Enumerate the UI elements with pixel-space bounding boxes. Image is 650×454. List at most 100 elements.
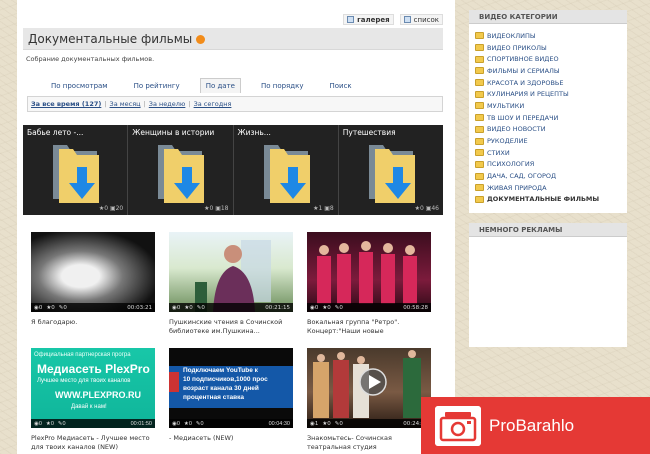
tab-by-date[interactable]: По дате — [199, 78, 241, 93]
filter-all-time[interactable]: За все время (127) — [31, 100, 101, 108]
folder-icon — [475, 149, 484, 157]
ads-box: НЕМНОГО РЕКЛАМЫ — [469, 223, 627, 348]
gallery-view-button[interactable]: галерея — [343, 14, 394, 25]
thumb-overlay-text: Лучшее место для твоих каналов — [37, 378, 131, 384]
sort-tabs: По просмотрам По рейтингу По дате По пор… — [45, 78, 372, 93]
video-card[interactable]: ◉0 ★0 ✎0 00:58:28 Вокальная группа "Ретр… — [307, 232, 431, 336]
subcategory-card[interactable]: Жизнь... ★1 ▣8 — [233, 125, 339, 215]
video-title[interactable]: Знакомьтесь- Сочинская театральная студи… — [307, 434, 431, 452]
tab-by-views[interactable]: По просмотрам — [45, 78, 114, 93]
thumb-overlay-text: 10 подписчиков,1000 прос — [183, 376, 268, 383]
view-switch: галерея список — [343, 14, 443, 25]
folder-icon — [475, 114, 484, 122]
folder-icon — [475, 184, 484, 192]
video-title[interactable]: Пушкинские чтения в Сочинской библиотеке… — [169, 318, 293, 336]
subcategory-label: Женщины в истории — [132, 128, 215, 137]
video-thumbnail[interactable]: ◉0 ★0 ✎0 00:58:28 — [307, 232, 431, 312]
video-title[interactable]: Вокальная группа "Ретро". Концерт:"Наши … — [307, 318, 431, 336]
subcategory-card[interactable]: Женщины в истории ★0 ▣18 — [128, 125, 234, 215]
tab-search[interactable]: Поиск — [323, 78, 357, 93]
probarahlo-badge[interactable]: ProBarahlo — [421, 397, 650, 454]
subcategory-stats: ★1 ▣8 — [313, 205, 334, 212]
subcategory-card[interactable]: Путешествия ★0 ▣46 — [338, 125, 443, 215]
thumb-overlay-text: Давай к нам! — [71, 404, 107, 410]
folder-icon — [475, 137, 484, 145]
folder-download-icon — [368, 145, 415, 203]
video-meta-bar: ◉0 ★0 ✎0 00:58:28 — [307, 303, 431, 312]
folder-icon — [475, 195, 484, 203]
subcategory-label: Путешествия — [342, 128, 396, 137]
sidebar-item-cooking[interactable]: КУЛИНАРИЯ И РЕЦЕПТЫ — [473, 88, 623, 100]
subcategory-label: Жизнь... — [237, 128, 271, 137]
sidebar-item-beauty[interactable]: КРАСОТА И ЗДОРОВЬЕ — [473, 77, 623, 89]
video-meta-bar: ◉0 ★0 ✎0 00:01:50 — [31, 419, 155, 428]
video-meta-bar: ◉0 ★0 ✎0 00:21:15 — [169, 303, 293, 312]
grid-icon — [347, 16, 355, 23]
page-background-right — [640, 0, 650, 454]
singers-photo — [317, 241, 417, 304]
thumb-overlay-text: Официальная партнерская програ — [34, 352, 131, 358]
folder-download-icon — [158, 145, 205, 203]
folder-icon — [475, 172, 484, 180]
folder-download-icon — [53, 145, 99, 203]
categories-heading: ВИДЕО КАТЕГОРИИ — [469, 10, 627, 24]
video-thumbnail[interactable]: Подключаем YouTube к 10 подписчиков,1000… — [169, 348, 293, 428]
sidebar-item-poems[interactable]: СТИХИ — [473, 147, 623, 159]
filter-month[interactable]: За месяц — [110, 100, 141, 108]
video-card[interactable]: Подключаем YouTube к 10 подписчиков,1000… — [169, 348, 293, 443]
video-title[interactable]: Я благодарю. — [31, 318, 155, 327]
speaker-photo — [195, 240, 271, 312]
sidebar-item-nature[interactable]: ЖИВАЯ ПРИРОДА — [473, 182, 623, 194]
thumb-overlay-title: Медиасеть PlexPro — [37, 362, 150, 376]
video-thumbnail[interactable]: ◉0 ★0 ✎0 00:03:21 — [31, 232, 155, 312]
video-thumbnail[interactable]: ◉0 ★0 ✎0 00:21:15 — [169, 232, 293, 312]
sidebar-item-tv-shows[interactable]: ТВ ШОУ И ПЕРЕДАЧИ — [473, 112, 623, 124]
probarahlo-logo-icon — [435, 405, 481, 446]
video-duration: 00:03:21 — [127, 304, 152, 311]
video-card[interactable]: ◉0 ★0 ✎0 00:21:15 Пушкинские чтения в Со… — [169, 232, 293, 336]
video-card[interactable]: Официальная партнерская програ Медиасеть… — [31, 348, 155, 452]
folder-icon — [475, 79, 484, 87]
page-background-left — [0, 0, 17, 454]
categories-list: ВИДЕОКЛИПЫ ВИДЕО ПРИКОЛЫ СПОРТИВНОЕ ВИДЕ… — [469, 24, 627, 214]
sidebar-item-video-jokes[interactable]: ВИДЕО ПРИКОЛЫ — [473, 42, 623, 54]
video-duration: 00:01:50 — [130, 420, 152, 427]
subcategory-label: Бабье лето -... — [27, 128, 84, 137]
folder-icon — [475, 44, 484, 52]
video-card[interactable]: ◉0 ★0 ✎0 00:03:21 Я благодарю. — [31, 232, 155, 327]
folder-download-icon — [263, 145, 310, 203]
ads-body — [469, 237, 627, 348]
rss-icon[interactable] — [196, 35, 206, 44]
subcategory-card[interactable]: Бабье лето -... ★0 ▣20 — [23, 125, 129, 215]
list-icon — [403, 16, 411, 23]
video-card[interactable]: ◉1 ★0 ✎0 00:24:55 Знакомьтесь- Сочинская… — [307, 348, 431, 452]
tab-by-rating[interactable]: По рейтингу — [128, 78, 186, 93]
sidebar-item-cartoons[interactable]: МУЛЬТИКИ — [473, 100, 623, 112]
sidebar-item-films[interactable]: ФИЛЬМЫ И СЕРИАЛЫ — [473, 65, 623, 77]
sidebar-item-garden[interactable]: ДАЧА, САД, ОГОРОД — [473, 170, 623, 182]
sidebar-item-news[interactable]: ВИДЕО НОВОСТИ — [473, 124, 623, 136]
sidebar-item-psychology[interactable]: ПСИХОЛОГИЯ — [473, 159, 623, 171]
tab-by-order[interactable]: По порядку — [255, 78, 310, 93]
folder-icon — [475, 67, 484, 75]
sidebar-item-videoclips[interactable]: ВИДЕОКЛИПЫ — [473, 30, 623, 42]
video-title[interactable]: - Медиасеть (NEW) — [169, 434, 293, 443]
video-thumbnail[interactable]: ◉1 ★0 ✎0 00:24:55 — [307, 348, 431, 428]
sidebar: ВИДЕО КАТЕГОРИИ ВИДЕОКЛИПЫ ВИДЕО ПРИКОЛЫ… — [469, 10, 627, 348]
video-thumbnail[interactable]: Официальная партнерская програ Медиасеть… — [31, 348, 155, 428]
video-duration: 00:21:15 — [265, 304, 290, 311]
list-view-button[interactable]: список — [399, 14, 443, 25]
filter-week[interactable]: За неделю — [149, 100, 186, 108]
subcategory-stats: ★0 ▣20 — [98, 205, 124, 212]
filter-today[interactable]: За сегодня — [194, 100, 232, 108]
thumb-overlay-text: Подключаем YouTube к — [183, 367, 258, 374]
period-filter-bar: За все время (127) | За месяц | За неделю |… — [27, 96, 443, 112]
sidebar-item-documentaries[interactable]: ДОКУМЕНТАЛЬНЫЕ ФИЛЬМЫ — [473, 194, 623, 206]
sidebar-item-sports[interactable]: СПОРТИВНОЕ ВИДЕО — [473, 53, 623, 65]
list-label: список — [413, 15, 439, 24]
subcategory-strip: Бабье лето -... ★0 ▣20 Женщины в истории… — [23, 125, 443, 215]
video-title[interactable]: PlexPro Медиасеть - Лучшее место для тво… — [31, 434, 155, 452]
folder-icon — [475, 90, 484, 98]
sidebar-item-handicraft[interactable]: РУКОДЕЛИЕ — [473, 135, 623, 147]
gallery-label: галерея — [357, 15, 390, 24]
